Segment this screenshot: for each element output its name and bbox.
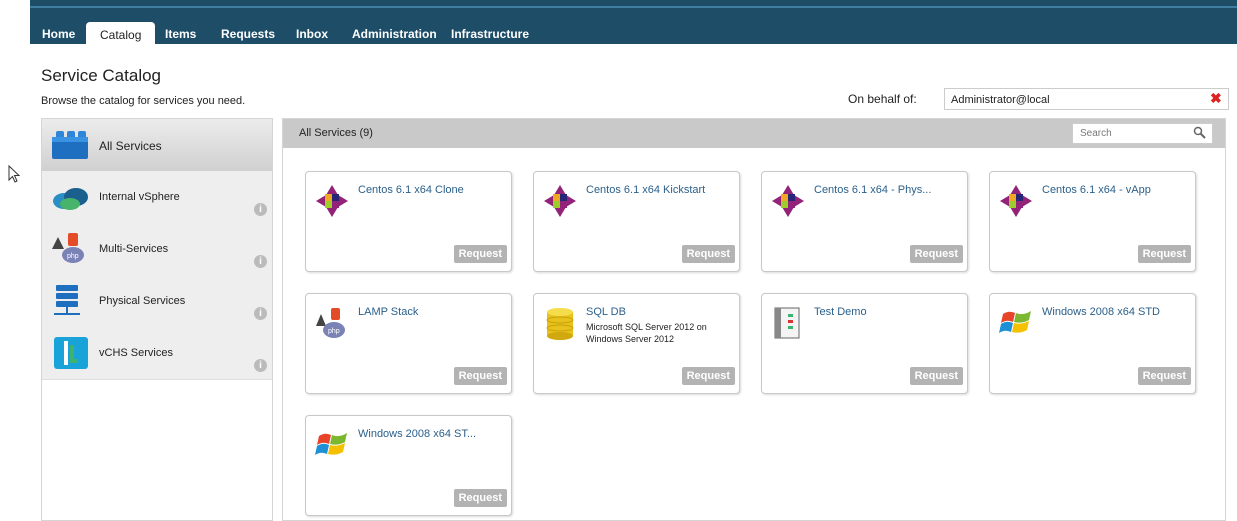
page-title: Service Catalog (41, 66, 162, 85)
search-icon[interactable] (1193, 126, 1207, 140)
svg-text:php: php (67, 253, 79, 260)
svg-text:php: php (328, 328, 340, 335)
tab-items[interactable]: Items (165, 22, 196, 46)
request-button[interactable]: Request (1137, 245, 1191, 263)
card-title: Windows 2008 x64 STD (1042, 306, 1160, 318)
vchs-icon (54, 337, 88, 369)
sidebar-item-label: Multi-Services (99, 243, 169, 255)
card-title: Centos 6.1 x64 Kickstart (586, 184, 706, 196)
services-count-title: All Services (9) (299, 127, 373, 139)
service-sidebar: All Services Internal vSphere i php Mult… (41, 118, 273, 521)
windows-icon (999, 311, 1031, 333)
card-title: Centos 6.1 x64 - vApp (1042, 184, 1151, 196)
vsphere-icon (53, 188, 88, 210)
centos-icon (544, 185, 576, 217)
card-title: Windows 2008 x64 ST... (358, 428, 477, 440)
windows-icon (315, 433, 347, 455)
search-input[interactable]: Search (1072, 123, 1213, 144)
card-title: Test Demo (814, 306, 867, 318)
request-button[interactable]: Request (453, 245, 507, 263)
app-window: Home Catalog Items Requests Inbox Admini… (30, 0, 1237, 521)
card-title: LAMP Stack (358, 306, 419, 318)
request-button[interactable]: Request (681, 245, 735, 263)
card-description: Microsoft SQL Server 2012 on Windows Ser… (586, 322, 707, 344)
service-card-sql-db[interactable]: SQL DB Microsoft SQL Server 2012 on Wind… (533, 293, 740, 394)
tab-administration[interactable]: Administration (352, 22, 437, 46)
php-stack-icon: php (52, 233, 84, 263)
tab-infrastructure[interactable]: Infrastructure (451, 22, 529, 46)
card-title: Centos 6.1 x64 Clone (358, 184, 464, 196)
card-title: Centos 6.1 x64 - Phys... (814, 184, 932, 196)
server-rack-icon (774, 307, 800, 339)
service-card-lamp-stack[interactable]: php LAMP Stack Request (305, 293, 512, 394)
card-title: SQL DB (586, 306, 626, 318)
close-icon[interactable]: ✖ (1210, 90, 1222, 107)
info-icon[interactable]: i (254, 307, 267, 320)
service-card-windows-2008-std[interactable]: Windows 2008 x64 STD Request (989, 293, 1196, 394)
info-icon[interactable]: i (254, 255, 267, 268)
top-navigation: Home Catalog Items Requests Inbox Admini… (30, 6, 1237, 50)
request-button[interactable]: Request (453, 489, 507, 507)
centos-icon (772, 185, 804, 217)
mouse-cursor-icon (8, 165, 20, 183)
search-placeholder: Search (1080, 128, 1112, 139)
desktop-edge (0, 0, 30, 521)
sidebar-item-label: All Services (99, 139, 162, 153)
request-button[interactable]: Request (453, 367, 507, 385)
service-card-windows-2008-st[interactable]: Windows 2008 x64 ST... Request (305, 415, 512, 516)
page-subtitle: Browse the catalog for services you need… (41, 95, 246, 107)
services-header: All Services (9) Search (283, 119, 1225, 148)
tab-requests[interactable]: Requests (221, 22, 275, 46)
services-panel: All Services (9) Search Centos 6.1 x64 C… (282, 118, 1226, 521)
server-icon (54, 285, 80, 315)
on-behalf-of-field[interactable]: Administrator@local (944, 88, 1229, 110)
service-card-test-demo[interactable]: Test Demo Request (761, 293, 968, 394)
database-icon (546, 308, 574, 340)
on-behalf-of-label: On behalf of: (848, 92, 917, 106)
centos-icon (316, 185, 348, 217)
sidebar-item-label: Physical Services (99, 295, 186, 307)
info-icon[interactable]: i (254, 203, 267, 216)
tab-inbox[interactable]: Inbox (296, 22, 328, 46)
info-icon[interactable]: i (254, 359, 267, 372)
sidebar-item-vchs-services[interactable]: vCHS Services i (42, 327, 272, 380)
sidebar-item-all-services[interactable]: All Services (42, 119, 272, 172)
request-button[interactable]: Request (681, 367, 735, 385)
request-button[interactable]: Request (909, 245, 963, 263)
lego-blocks-icon (52, 131, 88, 159)
tab-home[interactable]: Home (42, 22, 75, 46)
sidebar-item-internal-vsphere[interactable]: Internal vSphere i (42, 171, 272, 224)
sidebar-item-physical-services[interactable]: Physical Services i (42, 275, 272, 328)
request-button[interactable]: Request (909, 367, 963, 385)
service-card-centos-clone[interactable]: Centos 6.1 x64 Clone Request (305, 171, 512, 272)
catalog-page: Service Catalog Browse the catalog for s… (30, 44, 1237, 521)
service-card-centos-phys[interactable]: Centos 6.1 x64 - Phys... Request (761, 171, 968, 272)
sidebar-item-multi-services[interactable]: php Multi-Services i (42, 223, 272, 276)
php-stack-icon: php (316, 308, 345, 338)
sidebar-item-label: vCHS Services (99, 347, 173, 359)
sidebar-item-label: Internal vSphere (99, 191, 180, 203)
service-card-centos-kickstart[interactable]: Centos 6.1 x64 Kickstart Request (533, 171, 740, 272)
request-button[interactable]: Request (1137, 367, 1191, 385)
service-card-centos-vapp[interactable]: Centos 6.1 x64 - vApp Request (989, 171, 1196, 272)
centos-icon (1000, 185, 1032, 217)
